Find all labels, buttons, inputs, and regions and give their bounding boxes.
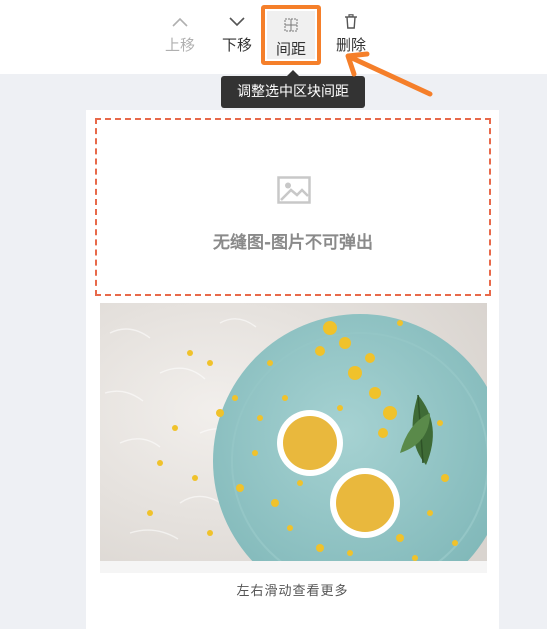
tooltip-arrow (287, 70, 299, 76)
move-down-button[interactable]: 下移 (215, 14, 259, 60)
trash-icon (329, 14, 373, 34)
spacing-label: 间距 (275, 40, 306, 58)
image-icon (277, 176, 311, 209)
chevron-up-icon (158, 14, 202, 34)
selected-image-block[interactable]: 无缝图-图片不可弹出 (95, 118, 491, 296)
grid-icon (265, 18, 317, 38)
gallery-image[interactable] (100, 303, 487, 573)
pointer-arrow-icon (345, 51, 433, 97)
move-up-label: 上移 (164, 36, 195, 54)
move-up-button[interactable]: 上移 (158, 14, 202, 60)
tooltip-text: 调整选中区块间距 (237, 84, 349, 100)
spacing-button[interactable]: 间距 (261, 5, 321, 65)
gallery-caption: 左右滑动查看更多 (236, 584, 349, 599)
placeholder-text: 无缝图-图片不可弹出 (212, 233, 374, 253)
block-toolbar: 上移 下移 间距 删除 (0, 0, 547, 74)
move-down-label: 下移 (221, 36, 252, 54)
chevron-down-icon (215, 14, 259, 34)
